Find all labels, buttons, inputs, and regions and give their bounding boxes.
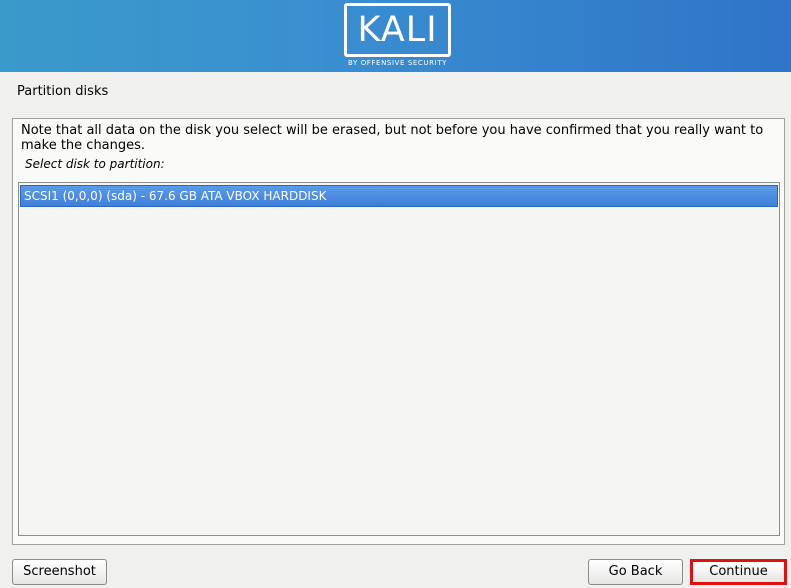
screenshot-button[interactable]: Screenshot <box>12 559 107 585</box>
select-disk-prompt: Select disk to partition: <box>25 157 165 171</box>
kali-logo: KALI <box>344 3 451 57</box>
erase-warning-text: Note that all data on the disk you selec… <box>21 123 764 153</box>
kali-banner: KALI BY OFFENSIVE SECURITY <box>0 0 791 72</box>
kali-logo-subtitle: BY OFFENSIVE SECURITY <box>347 59 448 67</box>
disk-list-item-sda[interactable]: SCSI1 (0,0,0) (sda) - 67.6 GB ATA VBOX H… <box>20 185 778 207</box>
page-title: Partition disks <box>17 84 109 99</box>
kali-logo-text: KALI <box>357 10 438 50</box>
go-back-button[interactable]: Go Back <box>588 559 683 585</box>
disk-list[interactable]: SCSI1 (0,0,0) (sda) - 67.6 GB ATA VBOX H… <box>18 182 780 536</box>
continue-button[interactable]: Continue <box>690 559 787 585</box>
